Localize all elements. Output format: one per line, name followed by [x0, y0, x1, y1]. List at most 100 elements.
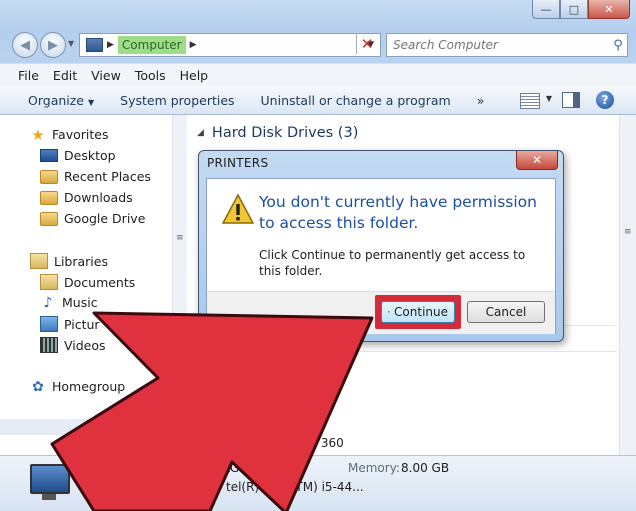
nav-downloads[interactable]: Downloads [40, 190, 133, 205]
menu-view[interactable]: View [91, 68, 121, 83]
menu-file[interactable]: File [18, 68, 39, 83]
preview-pane-icon[interactable] [562, 92, 580, 108]
computer-icon [30, 464, 70, 500]
scrollbar-grip-icon[interactable]: ≡ [176, 233, 184, 243]
nav-homegroup[interactable]: ✿ Homegroup [30, 379, 125, 394]
recent-pages-dropdown-icon[interactable]: ▼ [68, 39, 74, 48]
nav-label: Recent Places [64, 169, 151, 184]
nav-libraries[interactable]: Libraries [30, 253, 108, 269]
search-box[interactable]: ⚲ [386, 33, 628, 57]
computer-name: SER-PC [86, 461, 129, 475]
group-header-hard-disk-drives[interactable]: ◢ Hard Disk Drives (3) [197, 125, 358, 141]
nav-label: Libraries [54, 253, 108, 269]
dialog-content-text: Click Continue to permanently get access… [259, 248, 526, 278]
stop-icon[interactable]: ✕ [356, 34, 377, 54]
explorer-window: — □ ✕ ◀ ▶ ▼ ▶ Computer ▶ ▼ ✕ ⚲ File Edit… [0, 0, 636, 511]
search-input[interactable] [387, 37, 609, 53]
back-button[interactable]: ◀ [12, 32, 38, 58]
warning-icon [221, 193, 255, 224]
collapse-triangle-icon[interactable]: ◢ [197, 128, 204, 138]
nav-recent-places[interactable]: Recent Places [40, 169, 151, 184]
libraries-icon [30, 253, 48, 269]
minimize-button[interactable]: — [532, 0, 560, 19]
view-dropdown-icon[interactable]: ▼ [546, 94, 552, 103]
workgroup-value: KGROUP [222, 461, 273, 475]
navigation-scrollbar[interactable]: ≡ [172, 115, 187, 435]
continue-label: Continue [394, 305, 448, 319]
videos-icon [40, 337, 58, 353]
details-pane: SER-PC Workg KGROUP Memory: 8.00 GB Kaca… [0, 455, 636, 511]
caption-buttons: — □ ✕ [532, 0, 630, 19]
nav-documents[interactable]: Documents [40, 274, 135, 290]
group-header-label: Hard Disk Drives (3) [211, 125, 359, 141]
navigation-pane: ★ Favorites Desktop Recent Places Downlo… [0, 115, 172, 455]
processor-label: Proc [153, 480, 179, 494]
dialog-close-button[interactable]: ✕ [516, 151, 558, 170]
help-icon[interactable]: ? [596, 91, 614, 109]
workgroup-label: Workg [143, 461, 182, 475]
processor-value: tel(R) Core(TM) i5-44... [226, 480, 364, 494]
nav-label: Favorites [52, 127, 109, 142]
breadcrumb-arrow-icon[interactable]: ▶ [107, 40, 114, 50]
menu-bar: File Edit View Tools Help [0, 63, 636, 87]
main-scrollbar[interactable]: ≡ [619, 115, 636, 455]
nav-pictures[interactable]: Pictur [40, 316, 100, 332]
user-name: Kaca [86, 480, 115, 494]
nav-label: Google Drive [64, 211, 146, 226]
organize-label: Organize [28, 92, 84, 108]
menu-edit[interactable]: Edit [53, 68, 77, 83]
drive-e-label[interactable]: ve (E:) [311, 362, 350, 376]
permission-dialog: PRINTERS ✕ You don't currently have perm… [198, 150, 564, 342]
computer-icon [86, 38, 103, 52]
breadcrumb-computer[interactable]: Computer [117, 36, 186, 54]
nav-label: Videos [64, 337, 106, 353]
dialog-main-instruction: You don't currently have permission to a… [259, 193, 537, 232]
autodesk-360-label[interactable]: Autodesk 360 [261, 436, 344, 450]
nav-google-drive[interactable]: Google Drive [40, 211, 145, 226]
nav-desktop[interactable]: Desktop [40, 148, 116, 163]
music-icon: ♪ [43, 294, 53, 311]
menu-help[interactable]: Help [180, 68, 209, 83]
dialog-content: You don't currently have permission to a… [207, 179, 555, 291]
homegroup-icon: ✿ [32, 378, 44, 395]
scrollbar-grip-icon[interactable]: ≡ [624, 227, 632, 237]
downloads-folder-icon [40, 190, 58, 205]
pictures-icon [40, 316, 58, 332]
nav-label: Music [62, 295, 98, 310]
nav-label: Documents [64, 274, 136, 290]
search-icon[interactable]: ⚲ [609, 38, 627, 53]
uac-shield-icon [388, 310, 390, 314]
address-row: ◀ ▶ ▼ ▶ Computer ▶ ▼ ✕ ⚲ [0, 30, 636, 60]
nav-computer-row-highlight[interactable] [0, 419, 172, 435]
forward-button[interactable]: ▶ [40, 32, 66, 58]
memory-label: Memory: [348, 461, 400, 475]
cancel-button[interactable]: Cancel [467, 301, 545, 323]
more-commands-button[interactable]: » [477, 93, 485, 108]
organize-button[interactable]: Organize ▼ [28, 93, 94, 108]
dialog-title: PRINTERS [207, 156, 269, 170]
memory-value: 8.00 GB [401, 461, 450, 475]
nav-label: Pictur [64, 316, 100, 332]
recent-places-icon [40, 169, 58, 184]
continue-button[interactable]: Continue [381, 301, 455, 323]
command-bar: Organize ▼ System properties Uninstall or… [0, 86, 636, 115]
nav-favorites[interactable]: ★ Favorites [30, 127, 108, 142]
menu-tools[interactable]: Tools [135, 68, 166, 83]
nav-label: Desktop [64, 148, 116, 163]
nav-videos[interactable]: Videos [40, 337, 106, 353]
uninstall-program-button[interactable]: Uninstall or change a program [261, 93, 451, 108]
close-button[interactable]: ✕ [588, 0, 630, 19]
system-properties-button[interactable]: System properties [120, 93, 234, 108]
dialog-body: You don't currently have permission to a… [206, 178, 556, 334]
star-icon: ★ [31, 125, 45, 144]
desktop-icon [40, 149, 58, 162]
documents-icon [40, 274, 58, 290]
maximize-button[interactable]: □ [560, 0, 588, 19]
nav-music[interactable]: ♪ Music [40, 295, 98, 310]
divider [357, 351, 617, 352]
nav-label: Homegroup [52, 379, 126, 394]
google-drive-folder-icon [40, 211, 58, 226]
address-bar[interactable]: ▶ Computer ▶ ▼ [79, 33, 381, 57]
breadcrumb-arrow-icon[interactable]: ▶ [190, 40, 197, 50]
change-view-icon[interactable] [520, 93, 540, 109]
